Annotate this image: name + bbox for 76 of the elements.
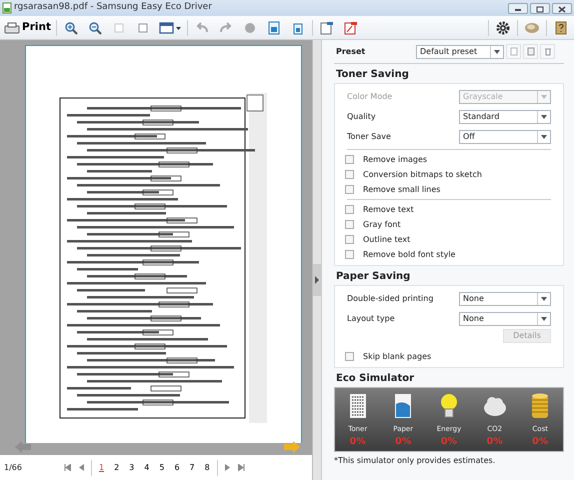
field-label: Toner Save <box>347 131 391 143</box>
preset-dropdown[interactable]: Default preset <box>416 44 504 58</box>
section-heading: Paper Saving <box>336 270 412 283</box>
checkbox-label: Remove images <box>363 154 428 166</box>
eco-value: 0% <box>532 434 548 449</box>
save-icon <box>526 47 534 56</box>
minimize-button[interactable] <box>508 2 528 14</box>
previous-page-icon[interactable] <box>14 440 32 454</box>
field-label: Double-sided printing <box>347 293 434 305</box>
checkbox-label: Remove small lines <box>363 184 440 196</box>
field-label: Quality <box>347 111 376 123</box>
page-number-link[interactable]: 6 <box>170 462 184 474</box>
close-icon <box>558 6 566 13</box>
page-number-link[interactable]: 3 <box>125 462 138 474</box>
caret-icon <box>494 50 500 54</box>
page-number-link[interactable]: 7 <box>186 462 199 474</box>
printer-icon <box>4 22 20 34</box>
minimize-icon <box>514 6 522 12</box>
checkbox[interactable] <box>345 185 354 194</box>
maximize-button[interactable] <box>530 2 550 14</box>
field-label: Layout type <box>347 313 395 325</box>
field-label: Color Mode <box>347 91 392 103</box>
maximize-icon <box>536 6 544 13</box>
caret-icon <box>541 115 547 119</box>
section-heading: Eco Simulator <box>336 372 416 385</box>
checkbox[interactable] <box>345 220 354 229</box>
next-page-icon[interactable] <box>283 440 301 454</box>
trash-icon <box>544 47 552 56</box>
checkbox[interactable] <box>345 250 354 259</box>
checkbox[interactable] <box>345 205 354 214</box>
eco-value: 0% <box>486 434 503 449</box>
dropdown[interactable]: Off <box>459 130 551 144</box>
caret-icon <box>541 297 547 301</box>
app-icon <box>2 2 12 14</box>
window-title: rgsarasan98.pdf - Samsung Easy Eco Driver <box>14 1 212 14</box>
checkbox-label: Remove text <box>363 204 414 216</box>
page-number-link[interactable]: 1 <box>94 462 108 474</box>
checkbox[interactable] <box>345 155 354 164</box>
page-indicator: 1/66 <box>4 462 22 474</box>
page-number-link[interactable]: 2 <box>110 462 124 474</box>
eco-value: 0% <box>350 434 366 449</box>
last-page-icon <box>238 464 245 471</box>
next-icon <box>224 464 230 471</box>
new-preset-button[interactable] <box>506 44 521 59</box>
first-page-icon <box>64 464 71 471</box>
checkbox-label: Remove bold font style <box>363 248 456 260</box>
preset-label: Preset <box>336 46 366 58</box>
checkbox-label: Skip blank pages <box>363 350 432 362</box>
checkbox[interactable] <box>345 170 354 179</box>
section-heading: Toner Saving <box>336 68 410 81</box>
checkbox-label: Gray font <box>363 218 401 230</box>
save-preset-button[interactable] <box>523 44 538 59</box>
note-text: *This simulator only provides estimates. <box>334 455 496 467</box>
previous-icon <box>78 464 84 471</box>
dropdown[interactable]: None <box>459 292 551 306</box>
dropdown[interactable]: Standard <box>459 110 551 124</box>
blank-page-icon <box>510 47 518 56</box>
checkbox[interactable] <box>345 235 354 244</box>
page-number-link[interactable]: 8 <box>200 462 214 474</box>
checkbox-label: Outline text <box>363 234 410 246</box>
settings-icon[interactable] <box>494 18 512 36</box>
checkbox-label: Conversion bitmaps to sketch <box>363 168 482 180</box>
dropdown[interactable]: None <box>459 312 551 326</box>
page-number-link[interactable]: 5 <box>155 462 168 474</box>
collapse-handle[interactable] <box>313 264 321 296</box>
delete-preset-button[interactable] <box>540 44 555 59</box>
eco-value: 0% <box>440 434 458 449</box>
page-number-link[interactable]: 4 <box>140 462 154 474</box>
caret-icon <box>541 95 547 99</box>
collapse-arrow-icon <box>314 276 320 284</box>
checkbox[interactable] <box>345 352 354 361</box>
eco-value: 0% <box>395 434 412 449</box>
caret-icon <box>541 317 547 321</box>
caret-icon <box>541 135 547 139</box>
close-button[interactable] <box>552 2 572 14</box>
print-button[interactable]: Print <box>4 20 51 36</box>
